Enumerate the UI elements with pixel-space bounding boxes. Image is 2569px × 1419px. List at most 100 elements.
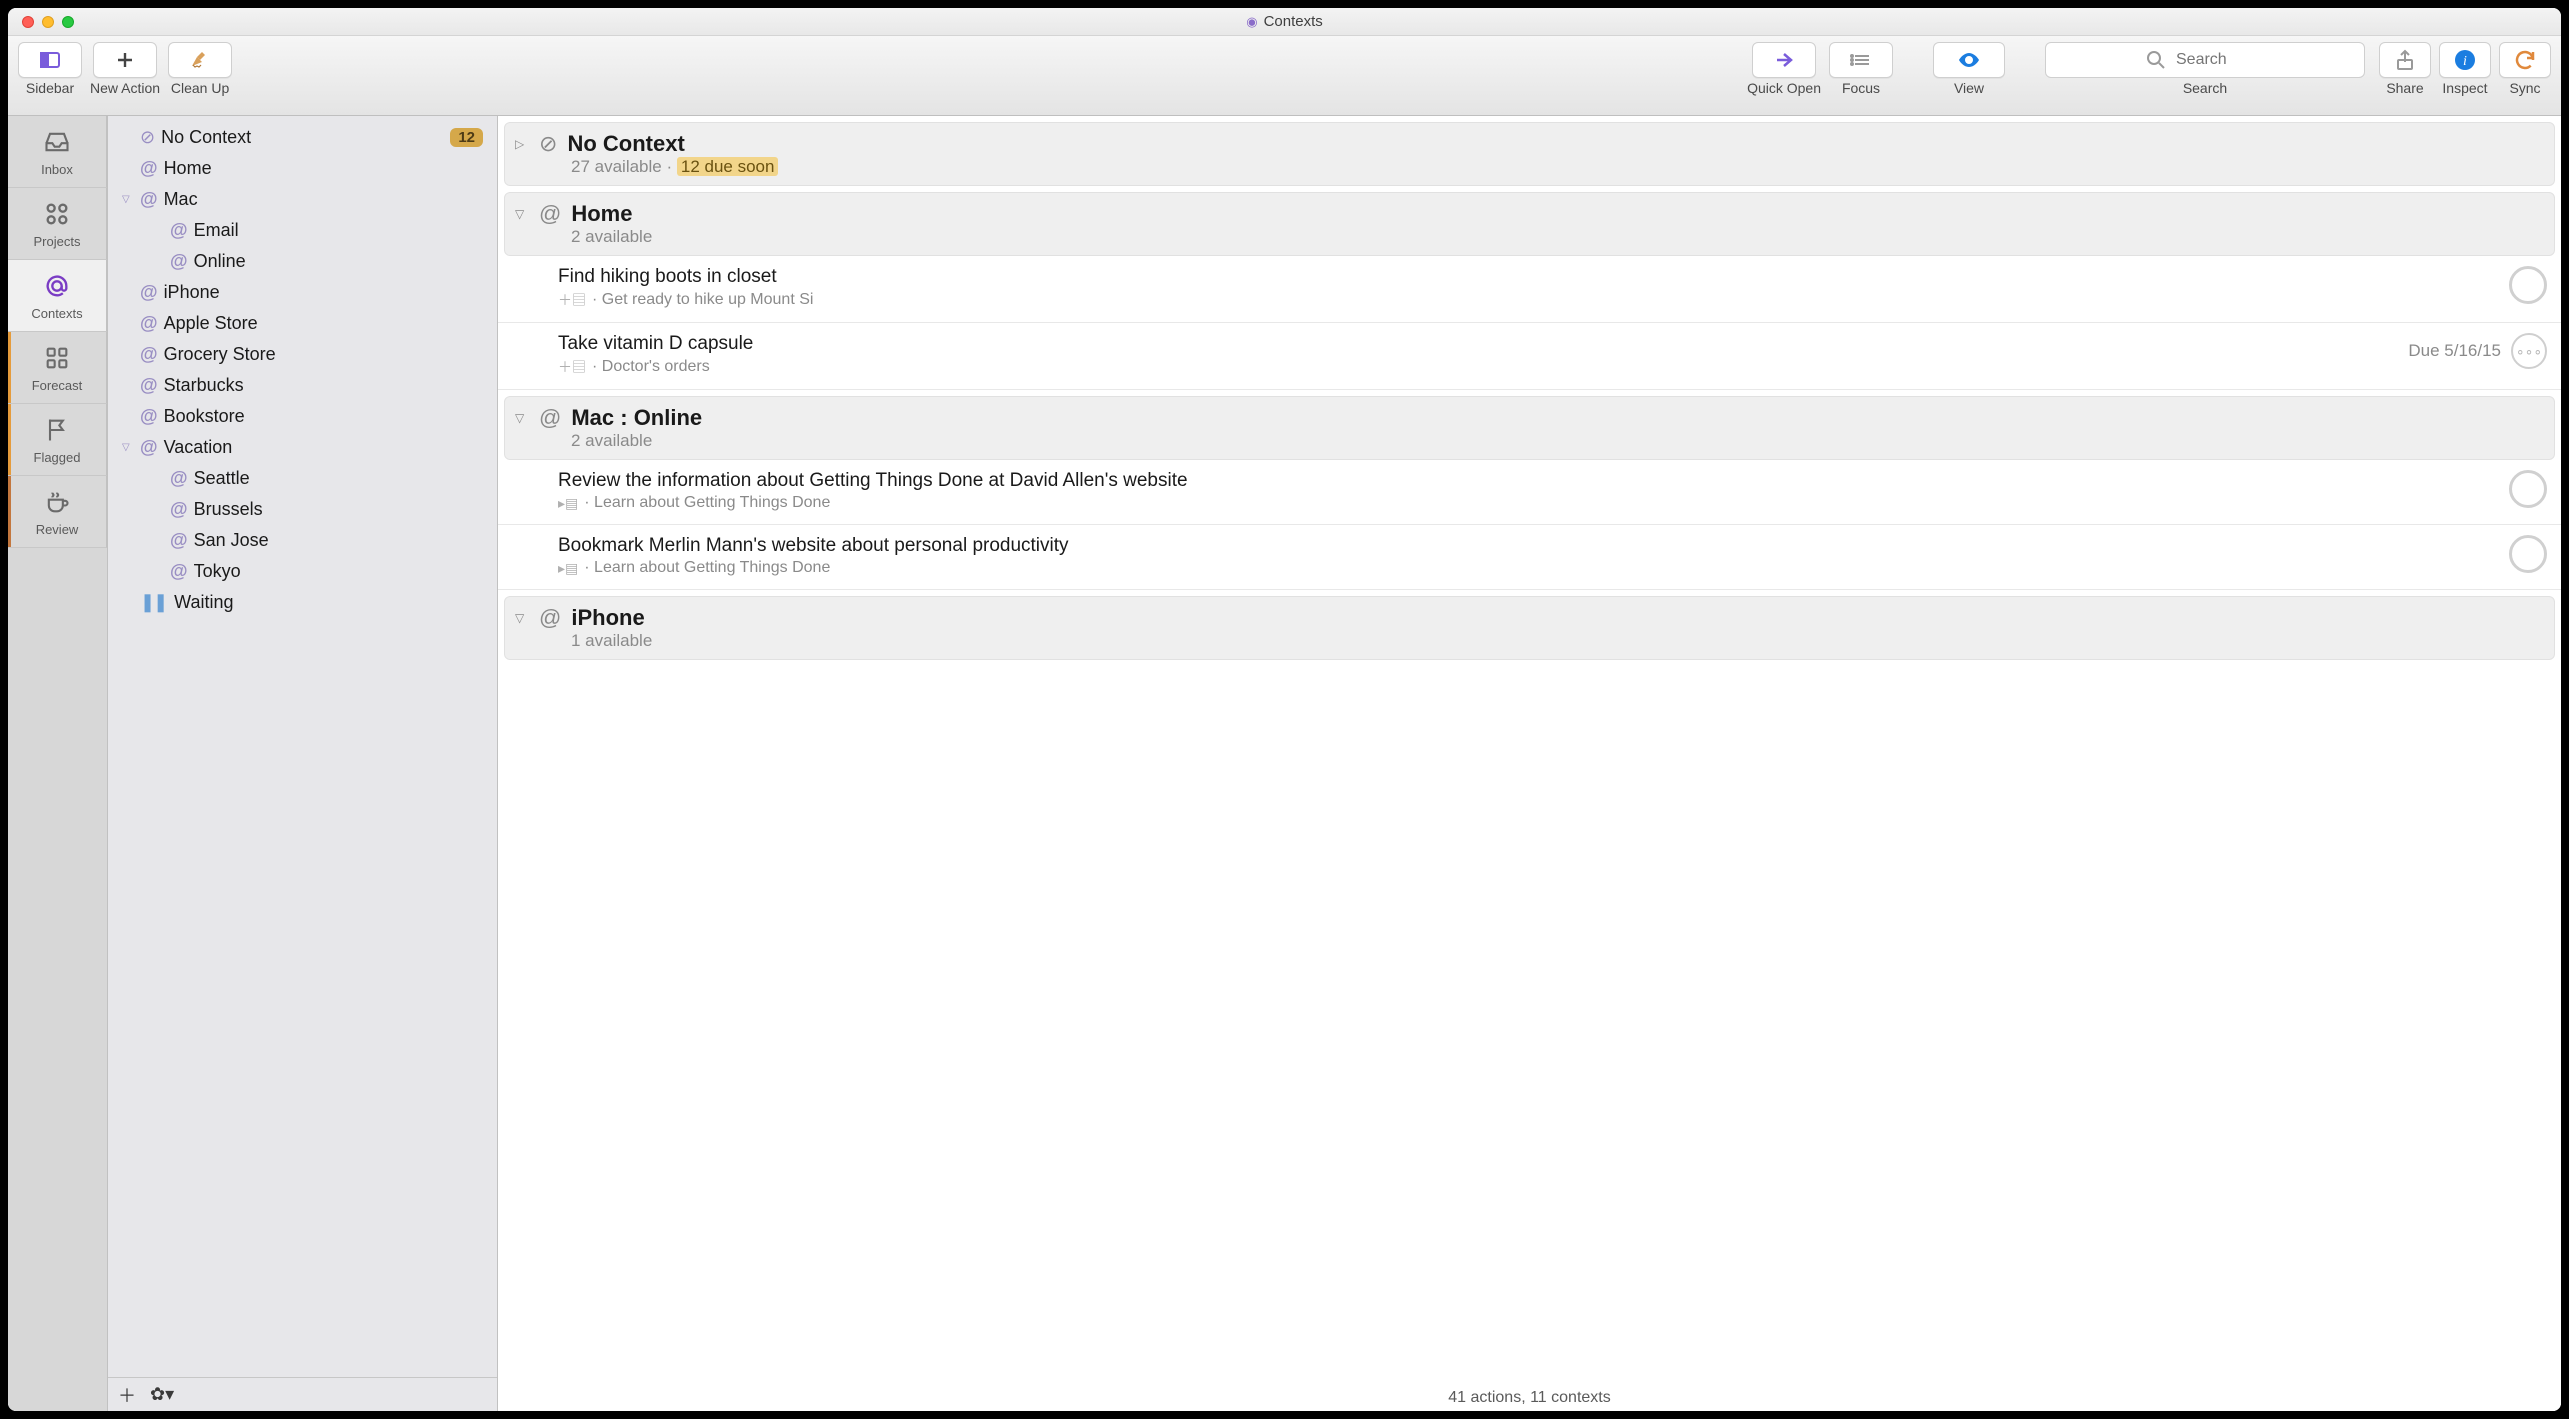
at-icon <box>43 270 71 302</box>
group-toggle-icon[interactable]: ▽ <box>515 411 529 425</box>
search-input[interactable] <box>2176 51 2266 69</box>
focus-label: Focus <box>1842 80 1880 96</box>
window-title-text: Contexts <box>1264 13 1323 30</box>
task-checkbox[interactable] <box>2509 535 2547 573</box>
sequential-project-icon: ▸▤ <box>558 560 578 577</box>
list-icon <box>1849 48 1873 72</box>
task-checkbox[interactable] <box>2509 470 2547 508</box>
perspective-forecast-label: Forecast <box>32 378 83 393</box>
projects-icon <box>43 198 71 230</box>
tree-footer: ＋ ✿▾ <box>108 1377 497 1411</box>
view-button[interactable] <box>1933 42 2005 78</box>
context-tree-row[interactable]: @Bookstore <box>116 401 489 432</box>
context-tree-row[interactable]: ⊘No Context12 <box>116 122 489 153</box>
task-due-date: Due 5/16/15 <box>2408 341 2501 361</box>
group-toggle-icon[interactable]: ▽ <box>515 207 529 221</box>
context-tree-row[interactable]: @iPhone <box>116 277 489 308</box>
view-label: View <box>1954 80 1984 96</box>
context-tree-row[interactable]: ▽ @ Mac <box>116 184 489 215</box>
inspect-button[interactable]: i <box>2439 42 2491 78</box>
at-icon: @ <box>140 344 158 365</box>
context-label: Tokyo <box>194 561 241 582</box>
at-icon: @ <box>140 282 158 303</box>
context-label: San Jose <box>194 530 269 551</box>
context-tree-row[interactable]: @Grocery Store <box>116 339 489 370</box>
clean-up-button[interactable] <box>168 42 232 78</box>
sidebar-button[interactable] <box>18 42 82 78</box>
context-tree-row[interactable]: @Home <box>116 153 489 184</box>
context-tree-row[interactable]: @Seattle <box>116 463 489 494</box>
sidebar-label: Sidebar <box>26 80 74 96</box>
context-tree-row[interactable]: @Email <box>116 215 489 246</box>
disclosure-triangle-icon[interactable]: ▽ <box>122 194 134 205</box>
context-tree-row[interactable]: @Apple Store <box>116 308 489 339</box>
contexts-title-icon: ◉ <box>1246 14 1257 30</box>
group-subtitle: 27 available · 12 due soon <box>571 157 2540 177</box>
share-label: Share <box>2386 80 2423 96</box>
context-tree-row[interactable]: @Starbucks <box>116 370 489 401</box>
task-project: ▸▤ · Learn about Getting Things Done <box>558 494 2497 512</box>
group-title: iPhone <box>571 605 644 631</box>
perspective-inbox[interactable]: Inbox <box>8 116 107 188</box>
sync-icon <box>2513 48 2537 72</box>
quick-open-button[interactable] <box>1752 42 1816 78</box>
context-tree-row[interactable]: @Tokyo <box>116 556 489 587</box>
perspective-contexts[interactable]: Contexts <box>8 260 107 332</box>
task-checkbox[interactable] <box>2509 266 2547 304</box>
perspective-flagged[interactable]: Flagged <box>8 404 107 476</box>
search-icon <box>2144 48 2168 72</box>
group-header[interactable]: ▽@Home2 available <box>504 192 2555 256</box>
context-tree-row[interactable]: @Brussels <box>116 494 489 525</box>
group-header[interactable]: ▽@iPhone1 available <box>504 596 2555 660</box>
forecast-icon <box>43 342 71 374</box>
perspective-contexts-label: Contexts <box>31 306 82 321</box>
perspectives-sidebar: Inbox Projects Contexts Forecast Flagged… <box>8 116 108 1411</box>
context-tree-row[interactable]: ▽@Vacation <box>116 432 489 463</box>
new-action-button[interactable] <box>93 42 157 78</box>
task-row[interactable]: Take vitamin D capsule＋▤ · Doctor's orde… <box>498 323 2561 390</box>
task-row[interactable]: Find hiking boots in closet＋▤ · Get read… <box>498 256 2561 323</box>
perspective-forecast[interactable]: Forecast <box>8 332 107 404</box>
context-label: Vacation <box>164 437 233 458</box>
perspective-flagged-label: Flagged <box>34 450 81 465</box>
context-label: Seattle <box>194 468 250 489</box>
broom-icon <box>188 48 212 72</box>
task-row[interactable]: Review the information about Getting Thi… <box>498 460 2561 525</box>
sidebar-icon <box>38 48 62 72</box>
due-badge: 12 <box>450 128 483 147</box>
sync-button[interactable] <box>2499 42 2551 78</box>
inspect-label: Inspect <box>2442 80 2487 96</box>
tree-settings-button[interactable]: ✿▾ <box>150 1384 174 1405</box>
perspective-projects-label: Projects <box>34 234 81 249</box>
focus-button[interactable] <box>1829 42 1893 78</box>
group-header[interactable]: ▽@Mac : Online2 available <box>504 396 2555 460</box>
at-icon: @ <box>539 605 561 631</box>
body: Inbox Projects Contexts Forecast Flagged… <box>8 116 2561 1411</box>
group-title: Mac : Online <box>571 405 702 431</box>
at-icon: @ <box>140 189 158 210</box>
context-tree-row[interactable]: ❚❚Waiting <box>116 587 489 618</box>
task-title: Review the information about Getting Thi… <box>558 470 2497 492</box>
clean-up-label: Clean Up <box>171 80 229 96</box>
task-row[interactable]: Bookmark Merlin Mann's website about per… <box>498 525 2561 590</box>
context-tree-row[interactable]: @San Jose <box>116 525 489 556</box>
group-toggle-icon[interactable]: ▽ <box>515 611 529 625</box>
share-icon <box>2393 48 2417 72</box>
context-label: Mac <box>164 189 198 210</box>
share-button[interactable] <box>2379 42 2431 78</box>
add-context-button[interactable]: ＋ <box>118 1382 136 1408</box>
perspective-projects[interactable]: Projects <box>8 188 107 260</box>
search-box[interactable] <box>2045 42 2365 78</box>
repeat-icon[interactable]: ∘∘∘ <box>2511 333 2547 369</box>
disclosure-triangle-icon[interactable]: ▽ <box>122 442 134 453</box>
perspective-review[interactable]: Review <box>8 476 107 548</box>
perspective-review-label: Review <box>36 522 79 537</box>
group-header[interactable]: ▷⊘No Context27 available · 12 due soon <box>504 122 2555 186</box>
at-icon: @ <box>539 201 561 227</box>
context-tree-row[interactable]: @Online <box>116 246 489 277</box>
at-icon: @ <box>539 405 561 431</box>
no-context-icon: ⊘ <box>140 127 155 148</box>
group-toggle-icon[interactable]: ▷ <box>515 137 529 151</box>
context-label: Waiting <box>174 592 233 613</box>
eye-icon <box>1957 48 1981 72</box>
